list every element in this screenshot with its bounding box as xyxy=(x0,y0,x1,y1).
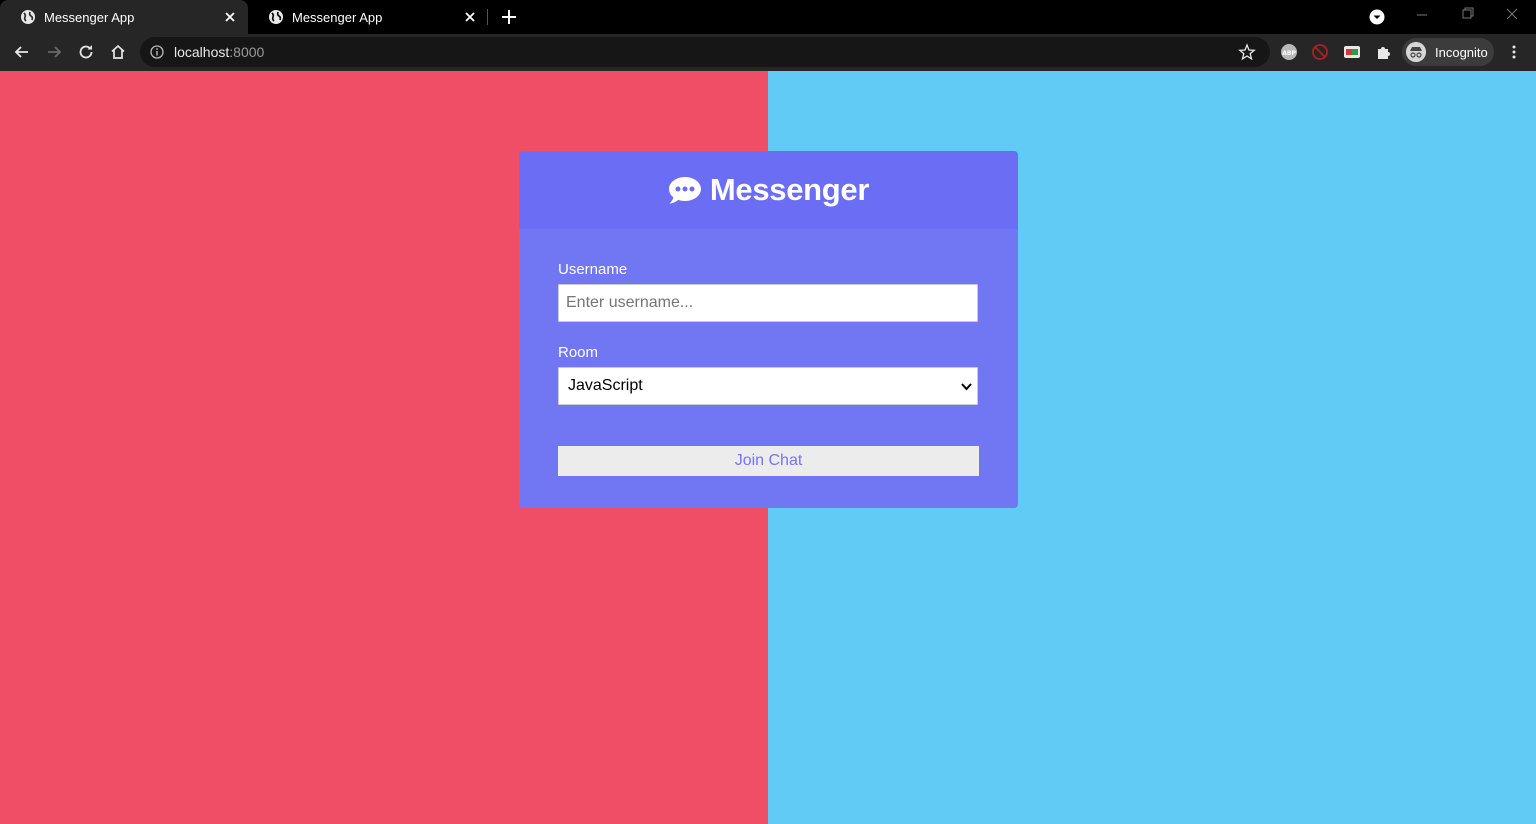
tab-title: Messenger App xyxy=(292,9,383,25)
home-icon[interactable] xyxy=(108,42,128,62)
chevron-down-icon xyxy=(961,383,972,391)
forward-arrow-icon[interactable] xyxy=(44,42,64,62)
blocked-extension-icon[interactable] xyxy=(1311,43,1329,61)
abp-extension-icon[interactable]: ABP xyxy=(1280,43,1298,61)
tab-separator xyxy=(487,9,488,25)
kebab-menu-icon[interactable] xyxy=(1505,43,1523,61)
url-text: localhost:8000 xyxy=(174,44,264,60)
svg-text:ABP: ABP xyxy=(1282,50,1296,57)
globe-icon xyxy=(21,10,35,24)
back-arrow-icon[interactable] xyxy=(12,42,32,62)
flag-extension-icon[interactable] xyxy=(1343,43,1361,61)
window-close-icon[interactable] xyxy=(1500,5,1524,25)
close-icon[interactable] xyxy=(462,9,478,25)
room-select[interactable]: JavaScript xyxy=(558,367,978,405)
profile-label: Incognito xyxy=(1435,44,1488,60)
tab-search-icon[interactable] xyxy=(1369,9,1385,25)
tab-strip: Messenger App Messenger App xyxy=(0,0,1536,34)
address-bar[interactable]: localhost:8000 xyxy=(140,37,1270,67)
username-label: Username xyxy=(558,261,628,278)
tab-active[interactable]: Messenger App xyxy=(0,0,248,34)
join-card: Messenger Username Room JavaScript Join … xyxy=(519,151,1018,508)
reload-icon[interactable] xyxy=(76,42,96,62)
incognito-profile-button[interactable]: Incognito xyxy=(1402,38,1494,66)
info-icon[interactable] xyxy=(150,45,164,59)
bookmark-star-icon[interactable] xyxy=(1238,43,1256,61)
minimize-icon[interactable] xyxy=(1410,5,1434,25)
join-form: Username Room JavaScript Join Chat xyxy=(519,229,1018,476)
url-host: localhost xyxy=(174,44,230,60)
tab-inactive[interactable]: Messenger App xyxy=(248,0,488,34)
room-group: Room JavaScript xyxy=(558,344,979,405)
url-port: :8000 xyxy=(229,44,265,60)
restore-icon[interactable] xyxy=(1455,5,1479,25)
join-chat-button[interactable]: Join Chat xyxy=(558,446,979,476)
comment-dots-icon xyxy=(668,177,701,204)
tab-title: Messenger App xyxy=(44,9,135,25)
puzzle-extensions-icon[interactable] xyxy=(1375,43,1393,61)
page-viewport: Messenger Username Room JavaScript Join … xyxy=(0,71,1536,824)
new-tab-plus-icon[interactable] xyxy=(499,7,519,27)
page-title: Messenger xyxy=(709,172,870,207)
card-header: Messenger xyxy=(519,151,1018,229)
room-label: Room xyxy=(558,344,599,361)
incognito-icon xyxy=(1406,42,1426,62)
browser-toolbar: localhost:8000 ABP Incognito xyxy=(0,34,1536,71)
username-input[interactable] xyxy=(558,284,978,322)
room-selected-value: JavaScript xyxy=(568,377,643,394)
close-icon[interactable] xyxy=(222,9,238,25)
globe-icon xyxy=(269,10,283,24)
